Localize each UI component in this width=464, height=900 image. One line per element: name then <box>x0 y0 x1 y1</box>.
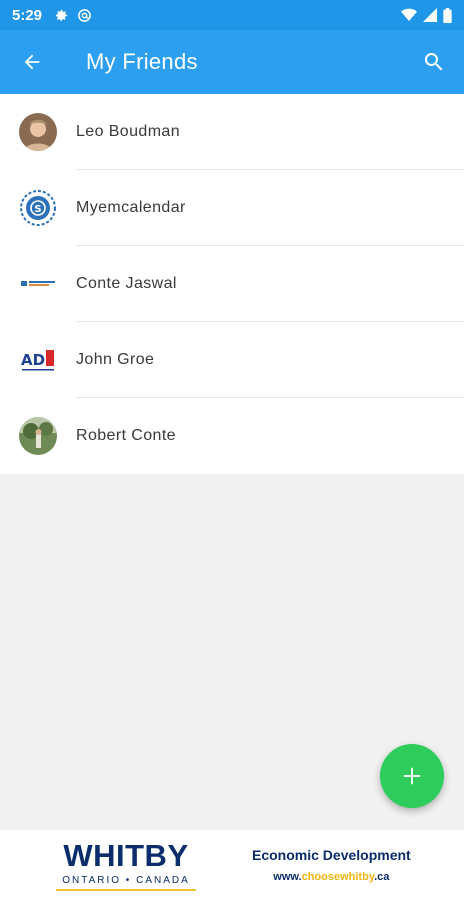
back-button[interactable] <box>0 30 64 94</box>
svg-text:AD: AD <box>21 351 45 369</box>
brand-region: ONTARIO • CANADA <box>62 874 190 886</box>
cell-signal-icon <box>423 8 437 22</box>
photo-avatar <box>19 113 57 151</box>
friend-row[interactable]: Conte Jaswal <box>0 246 464 322</box>
status-time: 5:29 <box>12 6 43 24</box>
wifi-icon <box>401 8 417 21</box>
whitby-logo[interactable]: WHITBY ONTARIO • CANADA <box>52 837 200 891</box>
friend-row[interactable]: AD John Groe <box>0 322 464 398</box>
friend-name: Leo Boudman <box>76 123 181 140</box>
avatar: AD <box>19 341 57 379</box>
website-url: www.choosewhitby.ca <box>273 871 389 883</box>
status-bar: 5:29 <box>0 0 464 30</box>
tagline: Economic Development <box>252 847 411 863</box>
app-bar: My Friends <box>0 30 464 94</box>
battery-icon <box>443 7 452 23</box>
avatar <box>19 265 57 303</box>
ad-logo: AD <box>19 341 57 379</box>
friend-name: Conte Jaswal <box>76 275 177 292</box>
at-sign-icon <box>78 8 91 22</box>
friend-list: Leo Boudman S Myemcalendar Conte Jaswal <box>0 94 464 474</box>
outdoor-photo-avatar <box>19 417 57 455</box>
url-highlight: choosewhitby <box>301 871 375 883</box>
footer-banner: WHITBY ONTARIO • CANADA Economic Develop… <box>0 830 464 900</box>
economic-development-link[interactable]: Economic Development www.choosewhitby.ca <box>252 847 411 883</box>
page-title: My Friends <box>86 49 198 74</box>
friend-row[interactable]: S Myemcalendar <box>0 170 464 246</box>
search-button[interactable] <box>404 30 464 94</box>
search-icon <box>424 53 443 71</box>
friend-name: Robert Conte <box>76 427 176 444</box>
url-prefix: www. <box>273 871 302 883</box>
small-text-logo <box>19 265 57 303</box>
friend-row[interactable]: Robert Conte <box>0 398 464 474</box>
friend-name: Myemcalendar <box>76 199 186 216</box>
avatar: S <box>19 189 57 227</box>
brand-name: WHITBY <box>63 837 189 873</box>
friend-row[interactable]: Leo Boudman <box>0 94 464 170</box>
avatar <box>19 417 57 455</box>
gear-icon <box>55 9 68 21</box>
url-suffix: .ca <box>374 871 390 883</box>
blue-seal-logo: S <box>20 190 56 226</box>
arrow-left-icon <box>24 54 40 70</box>
svg-text:S: S <box>34 204 41 215</box>
add-friend-button[interactable] <box>380 744 444 808</box>
brand-underline <box>56 888 196 891</box>
plus-icon <box>403 767 421 785</box>
friend-name: John Groe <box>76 351 155 368</box>
avatar <box>19 113 57 151</box>
